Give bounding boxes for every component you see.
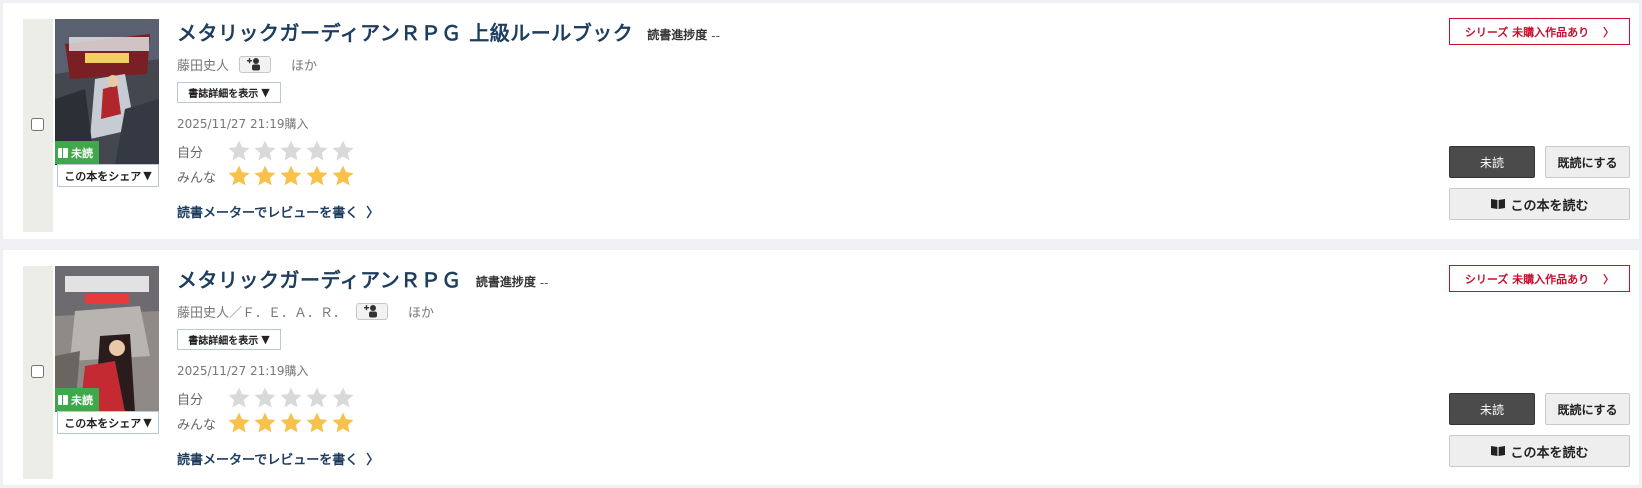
select-checkbox[interactable]	[31, 365, 44, 378]
rating-all-row: みんな	[177, 411, 355, 435]
star-filled-icon	[306, 412, 328, 433]
star-empty-icon[interactable]	[253, 386, 277, 410]
chevron-right-icon: 〉	[366, 206, 380, 221]
author-name[interactable]: 藤田史人	[177, 55, 229, 74]
star-empty-icon[interactable]	[331, 139, 355, 163]
chevron-right-icon: 〉	[1603, 272, 1615, 286]
star-empty-icon[interactable]	[253, 139, 277, 163]
unread-badge: 未読	[55, 388, 99, 411]
book-card: 未読 この本をシェア ▼ メタリックガーディアンＲＰＧ 読書進捗度 -- 藤田史…	[3, 250, 1639, 485]
series-unpurchased-button[interactable]: シリーズ 未購入作品あり 〉	[1449, 18, 1630, 45]
write-review-label: 読書メーターでレビューを書く	[177, 453, 359, 468]
follow-author-button[interactable]	[356, 302, 389, 320]
read-book-label: この本を読む	[1510, 445, 1589, 461]
progress-label: 読書進捗度	[647, 28, 708, 42]
rating-self-label: 自分	[177, 392, 204, 408]
author-row: 藤田史人／Ｆ．Ｅ．Ａ．Ｒ． ほか	[177, 301, 434, 321]
progress-value: --	[711, 29, 720, 43]
unread-badge-label: 未読	[71, 393, 93, 407]
person-plus-icon	[364, 305, 378, 318]
triangle-down-icon: ▼	[143, 416, 152, 429]
series-unpurchased-button[interactable]: シリーズ 未購入作品あり 〉	[1449, 265, 1630, 292]
others-label: ほか	[408, 305, 435, 321]
star-filled-icon	[254, 165, 276, 186]
triangle-down-icon: ▼	[261, 333, 270, 346]
select-column	[23, 19, 53, 232]
star-filled-icon	[228, 412, 250, 433]
book-title[interactable]: メタリックガーディアンＲＰＧ 上級ルールブック	[177, 17, 633, 46]
share-button[interactable]: この本をシェア ▼	[57, 164, 159, 187]
triangle-down-icon: ▼	[143, 169, 152, 182]
book-icon	[58, 147, 68, 158]
triangle-down-icon: ▼	[261, 86, 270, 99]
show-details-label: 書誌詳細を表示	[188, 336, 259, 347]
rating-all-label: みんな	[177, 417, 217, 433]
book-title[interactable]: メタリックガーディアンＲＰＧ	[177, 264, 462, 293]
star-empty-icon[interactable]	[331, 386, 355, 410]
others-label: ほか	[291, 58, 318, 74]
person-plus-icon	[247, 58, 261, 71]
write-review-link[interactable]: 読書メーターでレビューを書く 〉	[177, 202, 379, 221]
mark-read-button[interactable]: 既読にする	[1545, 146, 1630, 178]
share-button-label: この本をシェア	[64, 169, 142, 183]
rating-self-row: 自分	[177, 386, 355, 410]
series-button-label: シリーズ 未購入作品あり	[1464, 25, 1590, 39]
purchase-date: 2025/11/27 21:19購入	[177, 364, 309, 378]
read-book-button[interactable]: この本を読む	[1449, 188, 1630, 220]
star-empty-icon[interactable]	[305, 386, 329, 410]
write-review-link[interactable]: 読書メーターでレビューを書く 〉	[177, 449, 379, 468]
share-button-label: この本をシェア	[64, 416, 142, 430]
read-book-label: この本を読む	[1510, 198, 1589, 214]
show-details-button[interactable]: 書誌詳細を表示 ▼	[177, 329, 281, 350]
unread-badge-label: 未読	[71, 146, 93, 160]
progress-value: --	[539, 276, 549, 290]
follow-author-button[interactable]	[239, 55, 272, 73]
open-book-icon	[1491, 199, 1506, 209]
rating-self-row: 自分	[177, 139, 355, 163]
rating-all-stars	[227, 411, 355, 435]
star-empty-icon[interactable]	[227, 139, 251, 163]
unread-button[interactable]: 未読	[1449, 393, 1535, 425]
star-empty-icon[interactable]	[305, 139, 329, 163]
rating-self-stars[interactable]	[227, 386, 355, 410]
star-filled-icon	[332, 165, 354, 186]
author-row: 藤田史人 ほか	[177, 54, 317, 74]
rating-all-row: みんな	[177, 164, 355, 188]
select-checkbox[interactable]	[31, 118, 44, 131]
write-review-label: 読書メーターでレビューを書く	[177, 206, 359, 221]
star-filled-icon	[280, 412, 302, 433]
title-row: メタリックガーディアンＲＰＧ 読書進捗度 --	[177, 263, 549, 293]
book-icon	[58, 394, 68, 405]
star-filled-icon	[280, 165, 302, 186]
star-filled-icon	[254, 412, 276, 433]
open-book-icon	[1491, 446, 1506, 456]
star-empty-icon[interactable]	[279, 386, 303, 410]
chevron-right-icon: 〉	[366, 453, 380, 468]
star-filled-icon	[332, 412, 354, 433]
star-empty-icon[interactable]	[227, 386, 251, 410]
title-row: メタリックガーディアンＲＰＧ 上級ルールブック 読書進捗度 --	[177, 16, 720, 46]
read-book-button[interactable]: この本を読む	[1449, 435, 1630, 467]
rating-all-stars	[227, 164, 355, 188]
chevron-right-icon: 〉	[1603, 25, 1615, 39]
progress-label: 読書進捗度	[475, 275, 536, 289]
rating-self-label: 自分	[177, 145, 204, 161]
purchase-date: 2025/11/27 21:19購入	[177, 117, 309, 131]
unread-badge: 未読	[55, 141, 99, 164]
share-button[interactable]: この本をシェア ▼	[57, 411, 159, 434]
star-empty-icon[interactable]	[279, 139, 303, 163]
rating-all-label: みんな	[177, 170, 217, 186]
show-details-label: 書誌詳細を表示	[188, 89, 259, 100]
unread-button[interactable]: 未読	[1449, 146, 1535, 178]
book-card: 未読 この本をシェア ▼ メタリックガーディアンＲＰＧ 上級ルールブック 読書進…	[3, 3, 1639, 239]
select-column	[23, 266, 53, 479]
mark-read-button[interactable]: 既読にする	[1545, 393, 1630, 425]
star-filled-icon	[228, 165, 250, 186]
series-button-label: シリーズ 未購入作品あり	[1464, 272, 1590, 286]
author-name[interactable]: 藤田史人／Ｆ．Ｅ．Ａ．Ｒ．	[177, 302, 346, 321]
star-filled-icon	[306, 165, 328, 186]
show-details-button[interactable]: 書誌詳細を表示 ▼	[177, 82, 281, 103]
rating-self-stars[interactable]	[227, 139, 355, 163]
